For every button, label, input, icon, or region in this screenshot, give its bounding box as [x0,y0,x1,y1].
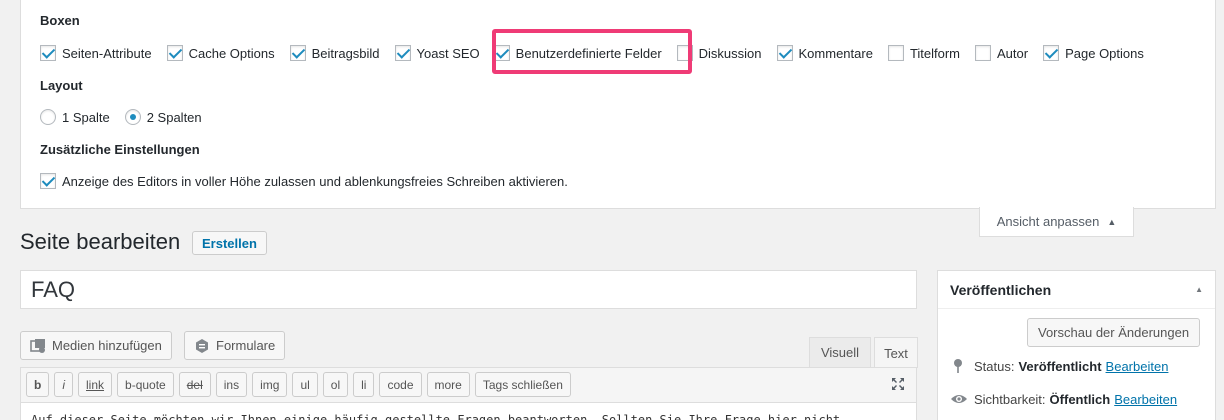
radio-1-spalte[interactable]: 1 Spalte [40,109,110,125]
screen-options-toggle-label: Ansicht anpassen [996,214,1100,229]
visibility-value: Öffentlich [1049,391,1111,407]
qt-italic-button[interactable]: i [54,372,74,397]
checkbox-box[interactable] [166,45,183,61]
qt-img-button[interactable]: img [252,372,288,397]
qt-blockquote-button[interactable]: b-quote [117,372,174,397]
qt-link-button[interactable]: link [78,372,113,397]
checkbox-box[interactable] [394,45,411,61]
checkbox-yoast-seo[interactable]: Yoast SEO [394,45,480,61]
layout-heading: Layout [40,78,83,93]
qt-ins-button[interactable]: ins [215,372,248,397]
content-textarea[interactable]: Auf dieser Seite möchten wir Ihnen einig… [21,402,916,420]
add-media-button[interactable]: Medien hinzufügen [20,331,172,360]
checkbox-label: Anzeige des Editors in voller Höhe zulas… [62,173,568,189]
status-row: Status: Veröffentlicht Bearbeiten [950,358,1168,374]
visibility-row: Sichtbarkeit: Öffentlich Bearbeiten [950,391,1177,407]
tab-text[interactable]: Text [874,337,918,368]
checkbox-label: Beitragsbild [311,45,380,61]
checkbox-label: Seiten-Attribute [62,45,152,61]
checkbox-label: Autor [997,45,1029,61]
publish-box-title: Veröffentlichen [950,281,1052,298]
checkbox-box[interactable] [776,45,793,61]
pin-icon [950,358,966,374]
text-editor: b i link b-quote del ins img ul ol li co… [20,367,917,420]
qt-more-button[interactable]: more [426,372,470,397]
qt-bold-button[interactable]: b [26,372,50,397]
visibility-edit-link[interactable]: Bearbeiten [1114,392,1177,407]
checkbox-label: Diskussion [698,45,762,61]
qt-ol-button[interactable]: ol [322,372,349,397]
preview-changes-button[interactable]: Vorschau der Änderungen [1027,318,1201,347]
forms-label: Formulare [216,338,276,353]
qt-ul-button[interactable]: ul [292,372,318,397]
checkbox-box[interactable] [289,45,306,61]
radio-button[interactable] [40,109,56,125]
triangle-up-icon: ▲ [1107,216,1117,227]
extra-settings-heading: Zusätzliche Einstellungen [40,142,200,157]
forms-icon [194,338,210,354]
checkbox-titelform[interactable]: Titelform [887,45,961,61]
radio-label: 1 Spalte [62,109,110,125]
checkbox-page-options[interactable]: Page Options [1043,45,1144,61]
highlight-annotation [492,29,692,74]
media-icon [30,338,46,354]
checkbox-label: Yoast SEO [416,45,480,61]
fullscreen-icon[interactable] [890,376,906,392]
checkbox-seiten-attribute[interactable]: Seiten-Attribute [40,45,152,61]
qt-li-button[interactable]: li [353,372,375,397]
layout-radio-row: 1 Spalte 2 Spalten [40,109,217,125]
eye-icon [950,391,967,407]
checkbox-box[interactable] [40,45,56,61]
checkbox-cache-options[interactable]: Cache Options [166,45,275,61]
status-value: Veröffentlicht [1018,358,1102,374]
quicktags-toolbar: b i link b-quote del ins img ul ol li co… [26,372,576,397]
extra-settings-row: Anzeige des Editors in voller Höhe zulas… [40,173,583,189]
boxes-heading: Boxen [40,13,80,28]
qt-del-button[interactable]: del [178,372,211,397]
publish-box: Veröffentlichen ▲ Vorschau der Änderunge… [937,270,1216,420]
tab-visual[interactable]: Visuell [809,337,871,367]
checkbox-box[interactable] [975,45,992,61]
page-title: Seite bearbeiten [20,229,181,254]
add-new-button[interactable]: Erstellen [192,231,267,255]
checkbox-editor-full-height[interactable]: Anzeige des Editors in voller Höhe zulas… [40,173,568,189]
checkbox-box[interactable] [1043,45,1060,61]
visibility-label: Sichtbarkeit: [974,391,1046,407]
checkbox-label: Page Options [1065,45,1144,61]
checkbox-label: Kommentare [798,45,873,61]
status-label: Status: [974,358,1015,374]
checkbox-autor[interactable]: Autor [975,45,1028,61]
post-title-input[interactable]: FAQ [20,270,917,309]
checkbox-kommentare[interactable]: Kommentare [776,45,873,61]
status-edit-link[interactable]: Bearbeiten [1106,359,1169,374]
screen-options-toggle[interactable]: Ansicht anpassen ▲ [979,207,1134,237]
radio-2-spalten[interactable]: 2 Spalten [124,109,202,125]
publish-box-header[interactable]: Veröffentlichen ▲ [938,271,1215,309]
radio-button[interactable] [124,109,141,125]
checkbox-box[interactable] [887,45,904,61]
radio-label: 2 Spalten [146,109,202,125]
qt-close-tags-button[interactable]: Tags schließen [474,372,571,397]
add-media-label: Medien hinzufügen [52,338,162,353]
triangle-up-icon[interactable]: ▲ [1195,285,1203,294]
forms-button[interactable]: Formulare [184,331,286,360]
checkbox-box[interactable] [40,173,56,189]
checkbox-label: Titelform [909,45,961,61]
qt-code-button[interactable]: code [379,372,422,397]
checkbox-beitragsbild[interactable]: Beitragsbild [289,45,380,61]
checkbox-label: Cache Options [188,45,275,61]
